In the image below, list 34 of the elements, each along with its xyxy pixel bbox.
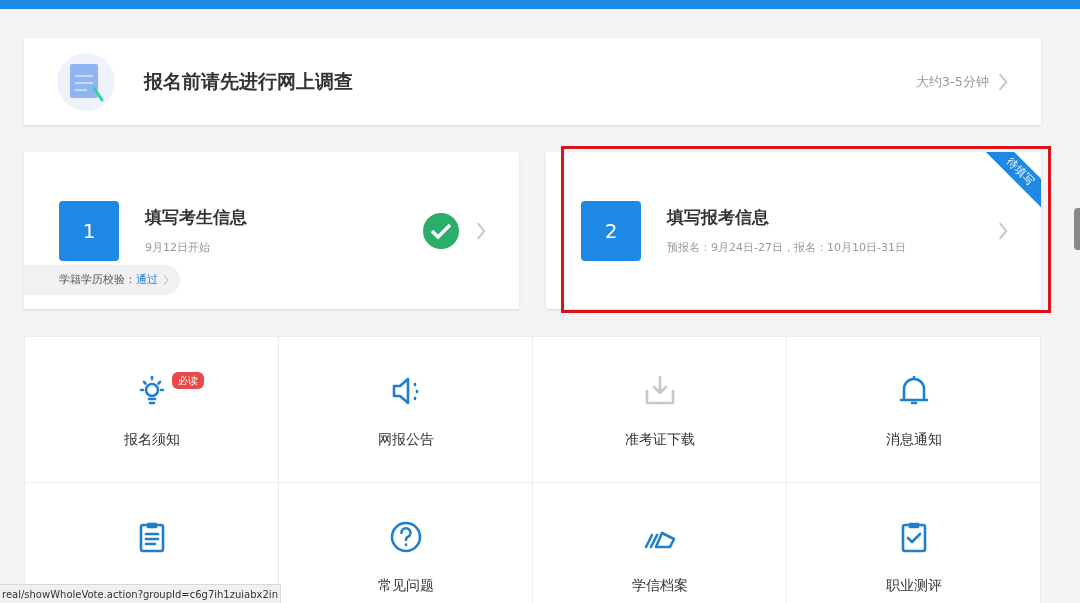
verification-label: 学籍学历校验： <box>59 271 136 288</box>
menu-tile[interactable]: 网报公告 <box>279 337 533 483</box>
step-number: 2 <box>581 200 641 261</box>
step-subtitle: 预报名：9月24日-27日，报名：10月10日-31日 <box>667 240 906 256</box>
menu-tile[interactable]: 消息通知 <box>787 337 1041 483</box>
chevron-icon <box>162 274 170 286</box>
step-title: 填写报考信息 <box>667 205 770 229</box>
required-badge: 必读 <box>171 372 204 389</box>
step-number: 1 <box>59 200 119 261</box>
tile-label: 报名须知 <box>123 430 180 449</box>
verification-result: 通过 <box>136 271 158 288</box>
verification-pill[interactable]: 学籍学历校验：通过 <box>24 265 180 295</box>
chevron-icon <box>475 220 487 241</box>
tile-label: 学信档案 <box>631 576 688 595</box>
survey-title: 报名前请先进行网上调查 <box>144 69 353 95</box>
chevron-icon <box>997 220 1009 241</box>
tile-label: 消息通知 <box>885 430 942 449</box>
menu-tile[interactable]: 学信档案 <box>533 483 787 603</box>
chevron-icon <box>997 71 1009 92</box>
survey-card[interactable]: 报名前请先进行网上调查 大约3-5分钟 <box>24 38 1041 125</box>
status-bar: real/showWholeVote.action?groupId=c6g7ih1zuiabx2in <box>0 584 281 603</box>
tile-label: 网报公告 <box>377 430 434 449</box>
menu-tile[interactable]: 职业测评 <box>787 483 1041 603</box>
step-title: 填写考生信息 <box>145 205 247 229</box>
tile-label: 职业测评 <box>885 576 942 595</box>
tile-label: 准考证下载 <box>624 430 695 449</box>
survey-duration: 大约3-5分钟 <box>915 72 989 91</box>
scrollbar-thumb <box>1074 208 1080 250</box>
document-search-icon <box>56 51 116 112</box>
step-card[interactable]: 1 填写考生信息 9月12日开始 学籍学历校验：通过 <box>24 152 519 309</box>
step-card[interactable]: 2 填写报考信息 预报名：9月24日-27日，报名：10月10日-31日 待填写 <box>546 152 1041 309</box>
tile-label: 常见问题 <box>377 576 434 595</box>
menu-tile[interactable]: 必读 报名须知 <box>25 337 279 483</box>
step-subtitle: 9月12日开始 <box>145 240 211 256</box>
